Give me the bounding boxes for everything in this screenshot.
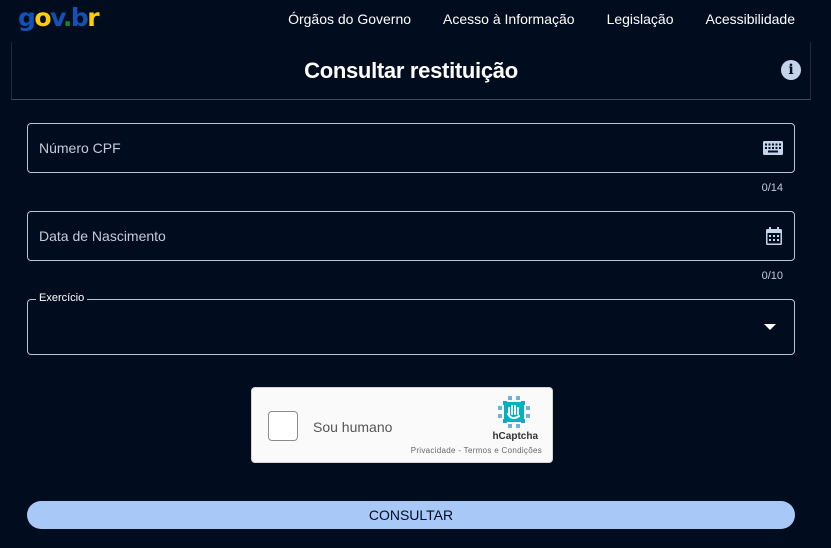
top-bar: gov.br Órgãos do Governo Acesso à Inform… (0, 0, 831, 40)
logo-letter-g: g (18, 3, 36, 32)
exercise-label: Exercício (36, 292, 88, 304)
info-icon[interactable]: i (781, 60, 801, 80)
captcha-checkbox[interactable] (268, 411, 298, 441)
page-title: Consultar restituição (304, 58, 518, 83)
exercise-select[interactable]: Exercício (27, 292, 795, 355)
top-nav: Órgãos do Governo Acesso à Informação Le… (256, 10, 795, 28)
govbr-logo[interactable]: gov.br (18, 3, 100, 33)
nav-legislacao[interactable]: Legislação (607, 10, 674, 28)
birth-date-field[interactable]: Data de Nascimento (27, 211, 795, 261)
page-title-bar: Consultar restituição i (11, 42, 811, 100)
logo-letter-b: b (70, 3, 89, 32)
caret-down-icon[interactable] (764, 324, 776, 330)
keyboard-icon[interactable] (762, 139, 784, 157)
hcaptcha-brand: hCaptcha (492, 431, 538, 442)
cpf-counter: 0/14 (761, 182, 783, 194)
birth-date-placeholder: Data de Nascimento (39, 228, 166, 244)
logo-letter-o: o (34, 3, 51, 32)
birth-date-counter: 0/10 (761, 270, 783, 282)
hcaptcha-logo-icon (498, 396, 530, 428)
nav-acessibilidade[interactable]: Acessibilidade (706, 10, 796, 28)
hcaptcha-widget: Sou humano hCaptcha Privacidade - Termos… (251, 387, 553, 463)
calendar-icon[interactable] (764, 226, 784, 246)
nav-orgaos-do-governo[interactable]: Órgãos do Governo (288, 10, 411, 28)
logo-dot: . (62, 3, 73, 32)
logo-letter-v: v (50, 3, 64, 32)
cpf-placeholder: Número CPF (39, 140, 121, 156)
captcha-label: Sou humano (313, 419, 393, 435)
consultar-button[interactable]: CONSULTAR (27, 501, 795, 529)
hcaptcha-links[interactable]: Privacidade - Termos e Condições (411, 446, 542, 455)
logo-letter-r: r (87, 3, 99, 32)
nav-acesso-a-informacao[interactable]: Acesso à Informação (443, 10, 575, 28)
cpf-field[interactable]: Número CPF (27, 123, 795, 173)
